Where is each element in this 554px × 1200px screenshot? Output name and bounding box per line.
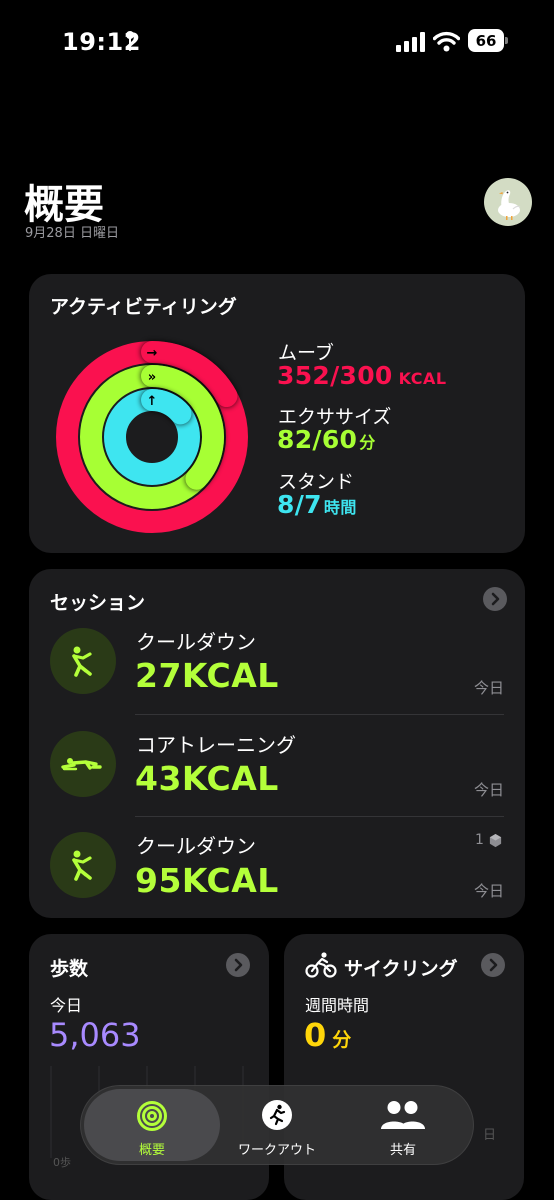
chevron-right-icon bbox=[234, 958, 243, 972]
cycling-value-number: 0 bbox=[304, 1016, 327, 1054]
cycling-unit: 分 bbox=[332, 1029, 352, 1051]
tab-sharing[interactable]: 共有 bbox=[350, 1089, 456, 1161]
chevron-right-icon bbox=[489, 958, 498, 972]
session-badge-count: 1 bbox=[475, 832, 484, 848]
page-date: 9月28日 日曜日 bbox=[25, 226, 119, 241]
sharing-people-icon bbox=[381, 1101, 425, 1129]
session-date: 今日 bbox=[473, 781, 504, 799]
core-training-icon bbox=[61, 758, 102, 771]
session-icon-bg bbox=[50, 731, 116, 797]
chevron-right-icon bbox=[491, 592, 500, 606]
tab-summary-label: 概要 bbox=[138, 1143, 165, 1158]
summary-rings-icon bbox=[137, 1101, 167, 1131]
tab-sharing-label: 共有 bbox=[389, 1143, 416, 1158]
move-ring-arrow-icon: → bbox=[147, 346, 158, 361]
cellular-signal-icon bbox=[396, 32, 425, 52]
cooldown-icon bbox=[72, 850, 92, 881]
session-name: クールダウン bbox=[136, 834, 256, 858]
exercise-value: 82/60 分 bbox=[277, 425, 376, 454]
steps-period-label: 今日 bbox=[50, 996, 83, 1015]
battery-indicator: 66 bbox=[468, 29, 508, 52]
steps-axis-zero: 0歩 bbox=[53, 1156, 71, 1169]
activity-rings-title: アクティビティリング bbox=[50, 296, 237, 318]
cycling-title: サイクリング bbox=[344, 958, 458, 980]
stand-value: 8/7 時間 bbox=[277, 490, 357, 519]
tab-workout-label: ワークアウト bbox=[237, 1143, 316, 1158]
divider bbox=[135, 714, 504, 715]
workout-runner-icon bbox=[262, 1100, 292, 1130]
exercise-ring-arrow-icon: » bbox=[148, 370, 156, 385]
battery-cap bbox=[505, 37, 508, 44]
goose-avatar-icon bbox=[498, 190, 521, 220]
cycling-chevron-button[interactable] bbox=[481, 953, 505, 977]
tab-summary[interactable]: 概要 bbox=[84, 1089, 220, 1161]
cycling-icon bbox=[305, 952, 337, 978]
tab-workout[interactable]: ワークアウト bbox=[226, 1089, 328, 1161]
stand-unit: 時間 bbox=[323, 498, 357, 517]
cycling-axis-day: 日 bbox=[483, 1128, 497, 1143]
status-bar: 19:12 66 bbox=[0, 0, 554, 84]
move-unit: KCAL bbox=[398, 369, 447, 388]
session-name: クールダウン bbox=[136, 630, 256, 654]
session-kcal: 43KCAL bbox=[135, 759, 279, 798]
session-icon-bg bbox=[50, 832, 116, 898]
session-name: コアトレーニング bbox=[136, 733, 296, 757]
sessions-chevron-button[interactable] bbox=[483, 587, 507, 611]
cooldown-icon bbox=[72, 646, 92, 677]
session-icon-bg bbox=[50, 628, 116, 694]
session-date: 今日 bbox=[473, 882, 504, 900]
session-kcal: 95KCAL bbox=[135, 861, 279, 900]
move-value: 352/300 KCAL bbox=[277, 361, 447, 390]
session-kcal: 27KCAL bbox=[135, 656, 279, 695]
steps-title: 歩数 bbox=[50, 958, 89, 980]
tab-bar: 概要 ワークアウト 共有 bbox=[80, 1085, 474, 1165]
activity-rings-graphic: → » ↑ bbox=[56, 341, 248, 533]
exercise-unit: 分 bbox=[359, 433, 376, 452]
location-pin-icon bbox=[126, 31, 134, 51]
session-date: 今日 bbox=[473, 679, 504, 697]
stand-ring-arrow-icon: ↑ bbox=[147, 394, 158, 409]
exercise-value-number: 82/60 bbox=[277, 425, 358, 454]
sessions-title: セッション bbox=[50, 592, 146, 614]
cycling-value: 0分 bbox=[304, 1016, 351, 1054]
move-value-number: 352/300 bbox=[277, 361, 393, 390]
avatar[interactable] bbox=[484, 178, 532, 226]
battery-level: 66 bbox=[468, 29, 504, 52]
wifi-icon bbox=[433, 31, 460, 52]
stand-value-number: 8/7 bbox=[277, 490, 322, 519]
apple-watch-hexagon-icon bbox=[489, 833, 502, 848]
steps-value: 5,063 bbox=[49, 1016, 141, 1054]
divider bbox=[135, 816, 504, 817]
steps-chevron-button[interactable] bbox=[226, 953, 250, 977]
cycling-period-label: 週間時間 bbox=[305, 996, 370, 1015]
